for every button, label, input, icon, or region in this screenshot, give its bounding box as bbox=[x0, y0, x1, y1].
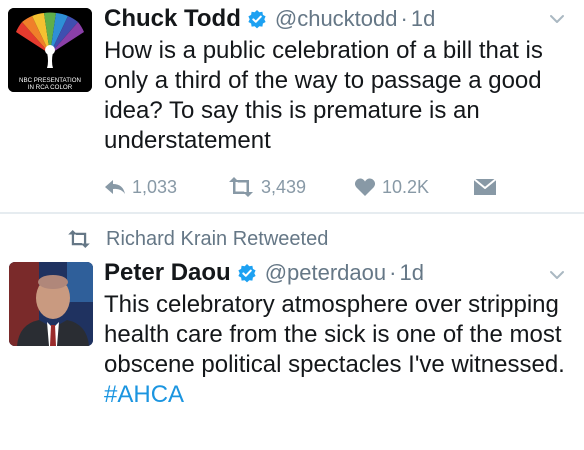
profile-photo bbox=[9, 262, 93, 346]
retweet-icon bbox=[68, 230, 90, 248]
tweet-actions: 1,033 3,439 10.2K bbox=[104, 172, 504, 202]
tweet-header: Chuck Todd @chucktodd · 1d bbox=[104, 2, 435, 36]
retweeted-by-label[interactable]: Richard Krain Retweeted bbox=[106, 228, 328, 251]
tweet-chuck-todd[interactable]: NBC PRESENTATION IN RCA COLOR Chuck Todd… bbox=[0, 0, 584, 212]
verified-badge-icon bbox=[238, 264, 256, 283]
chevron-down-icon[interactable] bbox=[548, 10, 566, 28]
tweet-text: This celebratory atmosphere over strippi… bbox=[104, 291, 565, 378]
retweet-button[interactable]: 3,439 bbox=[227, 172, 306, 202]
separator: · bbox=[400, 6, 408, 31]
handle[interactable]: @peterdaou bbox=[265, 260, 386, 286]
avatar-caption-2: IN RCA COLOR bbox=[28, 84, 73, 91]
tweet-peter-daou[interactable]: Richard Krain Retweeted Peter Daou @pete… bbox=[0, 214, 584, 450]
timestamp[interactable]: 1d bbox=[411, 6, 435, 32]
display-name[interactable]: Chuck Todd bbox=[104, 5, 241, 33]
avatar[interactable]: NBC PRESENTATION IN RCA COLOR bbox=[8, 8, 92, 92]
reply-count: 1,033 bbox=[132, 176, 178, 197]
handle[interactable]: @chucktodd bbox=[275, 6, 398, 32]
direct-message-button[interactable] bbox=[473, 172, 503, 202]
display-name[interactable]: Peter Daou bbox=[104, 259, 231, 287]
tweet-text: How is a public celebration of a bill th… bbox=[104, 37, 543, 154]
timestamp[interactable]: 1d bbox=[399, 260, 423, 286]
nbc-peacock-logo: NBC PRESENTATION IN RCA COLOR bbox=[8, 8, 92, 92]
like-button[interactable]: 10.2K bbox=[354, 172, 429, 202]
tweet-text-block: This celebratory atmosphere over strippi… bbox=[104, 290, 574, 410]
tweet-header: Peter Daou @peterdaou · 1d bbox=[104, 256, 424, 290]
reply-icon bbox=[105, 180, 125, 194]
hashtag-link[interactable]: #AHCA bbox=[104, 380, 574, 410]
avatar-caption-1: NBC PRESENTATION bbox=[19, 77, 81, 84]
heart-icon bbox=[354, 178, 376, 196]
chevron-down-icon[interactable] bbox=[548, 266, 566, 284]
verified-badge-icon bbox=[248, 10, 266, 29]
envelope-icon bbox=[473, 178, 497, 195]
separator: · bbox=[389, 260, 397, 285]
retweet-icon bbox=[229, 177, 253, 197]
reply-button[interactable]: 1,033 bbox=[104, 172, 177, 202]
like-count: 10.2K bbox=[382, 176, 430, 197]
retweet-context: Richard Krain Retweeted bbox=[66, 226, 328, 252]
retweet-count: 3,439 bbox=[261, 176, 307, 197]
avatar[interactable] bbox=[9, 262, 93, 346]
